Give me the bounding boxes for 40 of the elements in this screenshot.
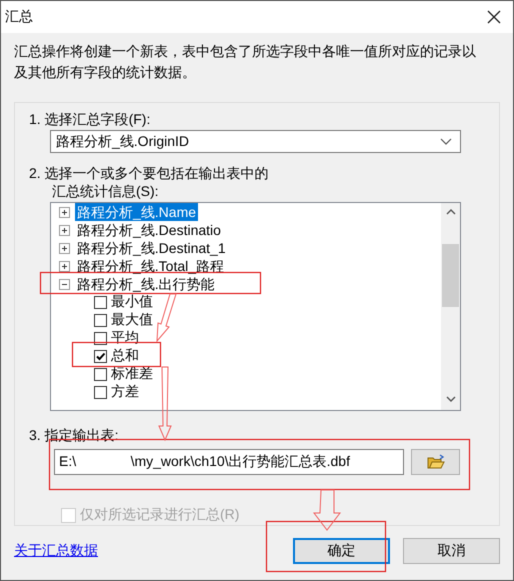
- tree-item[interactable]: 路程分析_线.出行势能: [75, 275, 217, 293]
- checkbox[interactable]: [94, 332, 107, 344]
- expand-icon[interactable]: [59, 224, 70, 236]
- field-label: 1. 选择汇总字段(F):: [28, 110, 152, 129]
- expand-icon[interactable]: [59, 260, 70, 272]
- close-icon[interactable]: [485, 8, 503, 26]
- statistic-label: 最小值: [111, 293, 153, 311]
- ok-button[interactable]: 确定: [293, 538, 390, 564]
- checkbox[interactable]: [94, 350, 107, 362]
- checkbox[interactable]: [94, 296, 107, 308]
- statistics-label: 2. 选择一个或多个要包括在输出表中的: [29, 164, 270, 182]
- caret-icon[interactable]: [440, 138, 452, 146]
- statistic-label: 总和: [111, 347, 139, 365]
- collapse-icon[interactable]: [59, 278, 70, 290]
- expand-icon[interactable]: [59, 206, 70, 218]
- window-title: 汇总: [5, 8, 33, 26]
- annotation-arrow: [156, 294, 177, 342]
- output-path-field[interactable]: E:\ \my_work\ch10\出行势能汇总表.dbf: [54, 449, 404, 475]
- annotation-arrow: [312, 490, 342, 531]
- statistic-label: 标准差: [111, 365, 153, 383]
- expand-icon[interactable]: [59, 242, 70, 254]
- checkbox[interactable]: [94, 368, 107, 380]
- folder-icon[interactable]: [411, 449, 460, 475]
- statistic-label: 最大值: [111, 311, 153, 329]
- field-dropdown[interactable]: 路程分析_线.OriginID: [50, 130, 461, 153]
- statistic-label: 方差: [111, 383, 139, 401]
- cancel-button[interactable]: 取消: [403, 538, 500, 564]
- scroll-down-icon[interactable]: [446, 396, 456, 402]
- scrollbar[interactable]: [441, 203, 460, 410]
- checkbox-label: 仅对所选记录进行汇总(R): [80, 506, 240, 524]
- checkbox[interactable]: [94, 386, 107, 398]
- tree-item[interactable]: 路程分析_线.Name: [75, 203, 198, 221]
- tree-item[interactable]: 路程分析_线.Destinatio: [75, 221, 223, 239]
- statistic-label: 平均: [111, 329, 139, 347]
- help-link[interactable]: 关于汇总数据: [14, 542, 98, 560]
- description-text: 汇总操作将创建一个新表，表中包含了所选字段中各唯一值所对应的记录以及其他所有字段的统计数据。: [14, 42, 477, 82]
- scroll-up-icon[interactable]: [446, 209, 456, 215]
- statistics-label: 汇总统计信息(S):: [51, 182, 160, 200]
- tree-item[interactable]: 路程分析_线.Destinat_1: [75, 239, 228, 257]
- checkbox[interactable]: [94, 314, 107, 326]
